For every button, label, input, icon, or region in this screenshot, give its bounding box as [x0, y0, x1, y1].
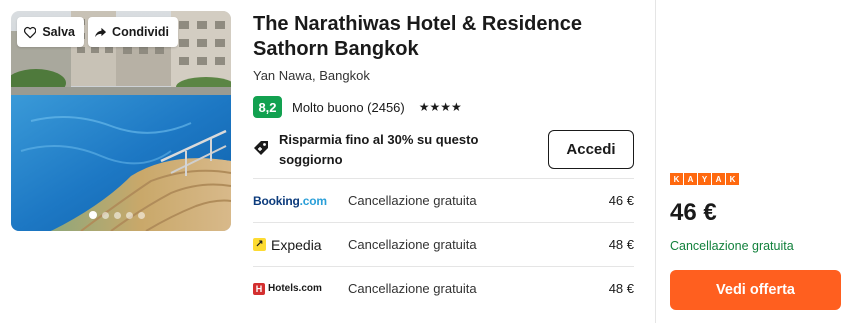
booking-logo-suffix: .com	[299, 193, 327, 208]
view-deal-button[interactable]: Vedi offerta	[670, 270, 841, 310]
provider-price-list: Booking.com Cancellazione gratuita 46 € …	[253, 178, 634, 310]
expedia-logo-text: Expedia	[271, 236, 322, 253]
kayak-logo-letter: A	[712, 173, 725, 185]
price-tag-icon	[254, 141, 268, 155]
hotel-photo[interactable]: Salva Condividi	[11, 11, 231, 231]
kayak-logo-letter: Y	[698, 173, 711, 185]
kayak-logo-letter: K	[726, 173, 739, 185]
hotels-h-icon: H	[253, 282, 265, 295]
provider-row-booking[interactable]: Booking.com Cancellazione gratuita 46 €	[253, 178, 634, 222]
heart-icon	[24, 26, 37, 38]
column-divider	[655, 0, 656, 323]
kayak-logo: K A Y A K	[670, 173, 739, 185]
promo-text: Risparmia fino al 30% su questo soggiorn…	[279, 132, 479, 167]
carousel-dot[interactable]	[114, 211, 121, 219]
sign-in-button[interactable]: Accedi	[548, 130, 634, 169]
expedia-arrow-icon: ↗	[253, 238, 266, 251]
provider-cancellation: Cancellazione gratuita	[348, 237, 477, 252]
provider-cancellation: Cancellazione gratuita	[348, 281, 477, 296]
share-arrow-icon	[95, 27, 107, 37]
hotel-result-card[interactable]: Salva Condividi The Narathiwas Hotel & R…	[0, 0, 853, 323]
carousel-dot[interactable]	[102, 211, 109, 219]
hotel-star-rating: ★★★★	[418, 100, 462, 114]
expedia-logo: ↗ Expedia	[253, 237, 348, 253]
provider-price: 46 €	[608, 193, 634, 208]
best-offer-cancellation: Cancellazione gratuita	[670, 239, 794, 253]
provider-row-expedia[interactable]: ↗ Expedia Cancellazione gratuita 48 €	[253, 222, 634, 266]
provider-row-hotels[interactable]: H Hotels.com Cancellazione gratuita 48 €	[253, 266, 634, 310]
share-button[interactable]: Condividi	[88, 17, 178, 47]
hotels-com-logo: H Hotels.com	[253, 282, 348, 295]
booking-logo-text: Booking	[253, 193, 300, 208]
kayak-logo-letter: K	[670, 173, 683, 185]
hotel-name-link[interactable]: The Narathiwas Hotel & Residence Sathorn…	[253, 12, 643, 62]
photo-carousel-dots[interactable]	[89, 211, 145, 219]
review-score-badge: 8,2	[253, 96, 282, 118]
provider-cancellation: Cancellazione gratuita	[348, 193, 477, 208]
provider-price: 48 €	[608, 281, 634, 296]
best-price: 46 €	[670, 199, 717, 226]
kayak-logo-letter: A	[684, 173, 697, 185]
save-label: Salva	[42, 25, 75, 39]
share-label: Condividi	[112, 25, 169, 39]
hotel-location: Yan Nawa, Bangkok	[253, 68, 370, 83]
rating-row[interactable]: 8,2 Molto buono (2456) ★★★★	[253, 96, 462, 118]
carousel-dot[interactable]	[89, 211, 97, 219]
carousel-dot[interactable]	[138, 211, 145, 219]
member-promo: Risparmia fino al 30% su questo soggiorn…	[253, 130, 533, 170]
review-score-label: Molto buono (2456)	[292, 99, 405, 115]
hotels-logo-text: Hotels.com	[268, 283, 322, 294]
save-button[interactable]: Salva	[17, 17, 84, 47]
provider-price: 48 €	[608, 237, 634, 252]
booking-logo: Booking.com	[253, 194, 348, 208]
carousel-dot[interactable]	[126, 211, 133, 219]
